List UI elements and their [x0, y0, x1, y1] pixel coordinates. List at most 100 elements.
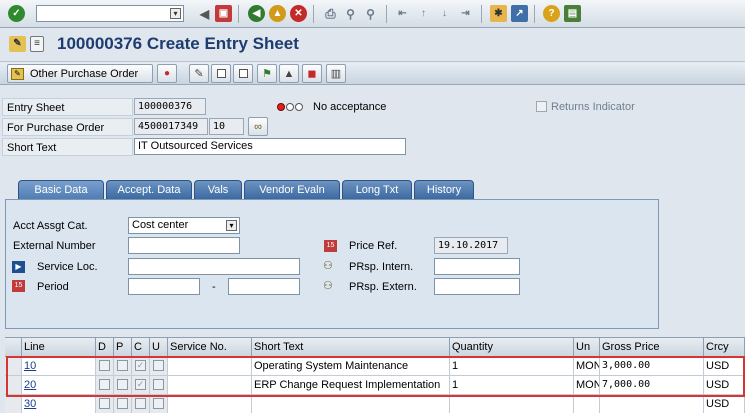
cell-quantity[interactable]: 1 — [450, 376, 574, 395]
acceptance-status-icon — [277, 103, 305, 111]
column-header-currency[interactable]: Crcy — [704, 338, 745, 357]
external-number-field[interactable] — [128, 237, 240, 254]
prsp-intern-field[interactable] — [434, 258, 520, 275]
column-header-service-no[interactable]: Service No. — [168, 338, 252, 357]
returns-indicator-label: Returns Indicator — [551, 101, 635, 113]
cell-unit[interactable]: MON — [574, 357, 600, 376]
returns-indicator-checkbox[interactable] — [536, 101, 547, 112]
cell-gross-price[interactable]: 3,000.00 — [600, 357, 704, 376]
d-checkbox — [99, 379, 110, 390]
column-header-p[interactable]: P — [114, 338, 132, 357]
prsp-extern-label: PRsp. Extern. — [349, 281, 417, 293]
copy-button[interactable] — [233, 64, 253, 83]
persons-icon: ⚇ — [323, 260, 333, 272]
previous-page-icon[interactable]: ↑ — [415, 5, 432, 22]
column-header-short-text[interactable]: Short Text — [252, 338, 450, 357]
po-details-button[interactable]: ∞ — [248, 117, 268, 136]
trash-icon: ▥ — [330, 68, 342, 80]
find-icon[interactable]: ⚲ — [342, 5, 359, 22]
enter-icon[interactable]: ✓ — [8, 5, 25, 22]
new-session-icon[interactable]: ✱ — [490, 5, 507, 22]
other-purchase-order-button[interactable]: ✎ Other Purchase Order — [7, 64, 153, 83]
tab-vendor-evaln[interactable]: Vendor Evaln — [244, 180, 340, 199]
held-status-button[interactable]: ● — [157, 64, 177, 83]
cell-service-no[interactable] — [168, 376, 252, 395]
collapse-arrow-icon[interactable]: ◀ — [196, 5, 213, 22]
dropdown-icon[interactable]: ▾ — [226, 220, 237, 231]
save-icon[interactable]: ▣ — [215, 5, 232, 22]
select-all-header[interactable] — [5, 338, 22, 357]
tab-accept-data[interactable]: Accept. Data — [106, 180, 192, 199]
column-header-c[interactable]: C — [132, 338, 150, 357]
column-header-gross-price[interactable]: Gross Price — [600, 338, 704, 357]
help-icon[interactable]: ? — [543, 5, 560, 22]
column-header-quantity[interactable]: Quantity — [450, 338, 574, 357]
cancel-icon[interactable]: ✕ — [290, 5, 307, 22]
calendar-icon: 15 — [324, 240, 337, 252]
revoke-button[interactable]: ◼ — [302, 64, 322, 83]
back-icon[interactable]: ◀ — [248, 5, 265, 22]
row-selector[interactable] — [5, 357, 22, 376]
print-icon[interactable]: ⎙ — [322, 5, 339, 22]
tab-long-txt[interactable]: Long Txt — [342, 180, 412, 199]
first-page-icon[interactable]: ⇤ — [394, 5, 411, 22]
customize-layout-icon[interactable]: ▤ — [564, 5, 581, 22]
find-next-icon[interactable]: ⚲ — [362, 5, 379, 22]
acct-assgt-select[interactable]: Cost center ▾ — [128, 217, 240, 234]
last-page-icon[interactable]: ⇥ — [457, 5, 474, 22]
tab-basic-data[interactable]: Basic Data — [18, 180, 104, 200]
cell-c — [132, 395, 150, 413]
prsp-extern-field[interactable] — [434, 278, 520, 295]
column-header-line[interactable]: Line — [22, 338, 96, 357]
application-toolbar: ✎ Other Purchase Order ● ✎ ⚑ ▲ ◼ ▥ — [0, 61, 745, 85]
cell-service-no[interactable] — [168, 357, 252, 376]
column-header-unit[interactable]: Un — [574, 338, 600, 357]
c-checkbox-checked: ✓ — [135, 360, 146, 371]
service-loc-field[interactable] — [128, 258, 300, 275]
lock-button[interactable]: ▲ — [279, 64, 299, 83]
cell-d — [96, 376, 114, 395]
cell-unit[interactable] — [574, 395, 600, 413]
display-change-icon[interactable]: ✎ — [9, 36, 26, 52]
service-loc-expand-icon[interactable]: ▶ — [12, 261, 25, 273]
accept-button[interactable]: ⚑ — [257, 64, 277, 83]
cell-service-no[interactable] — [168, 395, 252, 413]
document-icon[interactable]: ≡ — [30, 36, 44, 52]
period-from-field[interactable] — [128, 278, 200, 295]
create-button[interactable] — [211, 64, 231, 83]
cell-quantity[interactable]: 1 — [450, 357, 574, 376]
cell-currency[interactable]: USD — [704, 357, 745, 376]
cell-currency[interactable]: USD — [704, 376, 745, 395]
glasses-icon: ∞ — [254, 120, 262, 133]
cell-gross-price[interactable] — [600, 395, 704, 413]
cell-short-text[interactable]: Operating System Maintenance — [252, 357, 450, 376]
cell-unit[interactable]: MON — [574, 376, 600, 395]
basic-data-panel: Acct Assgt Cat. Cost center ▾ External N… — [5, 199, 659, 329]
edit-button[interactable]: ✎ — [189, 64, 209, 83]
cell-quantity[interactable] — [450, 395, 574, 413]
delete-button[interactable]: ▥ — [326, 64, 346, 83]
column-header-u[interactable]: U — [150, 338, 168, 357]
cell-short-text[interactable]: ERP Change Request Implementation — [252, 376, 450, 395]
table-row-line[interactable]: 20 — [22, 376, 96, 395]
short-text-field[interactable]: IT Outsourced Services — [134, 138, 406, 155]
row-selector[interactable] — [5, 376, 22, 395]
next-page-icon[interactable]: ↓ — [436, 5, 453, 22]
command-field[interactable]: ▾ — [36, 5, 184, 22]
exit-icon[interactable]: ▲ — [269, 5, 286, 22]
row-selector[interactable] — [5, 395, 22, 413]
table-row-line[interactable]: 30 — [22, 395, 96, 413]
period-to-field[interactable] — [228, 278, 300, 295]
prsp-intern-label: PRsp. Intern. — [349, 261, 414, 273]
column-header-d[interactable]: D — [96, 338, 114, 357]
tab-vals[interactable]: Vals — [194, 180, 242, 199]
calendar-icon: 15 — [12, 280, 25, 292]
tab-history[interactable]: History — [414, 180, 474, 199]
other-purchase-order-label: Other Purchase Order — [30, 67, 139, 80]
shortcut-icon[interactable]: ↗ — [511, 5, 528, 22]
cell-gross-price[interactable]: 7,000.00 — [600, 376, 704, 395]
cell-currency[interactable]: USD — [704, 395, 745, 413]
cell-short-text[interactable] — [252, 395, 450, 413]
table-row-line[interactable]: 10 — [22, 357, 96, 376]
command-dropdown-icon[interactable]: ▾ — [170, 8, 181, 19]
